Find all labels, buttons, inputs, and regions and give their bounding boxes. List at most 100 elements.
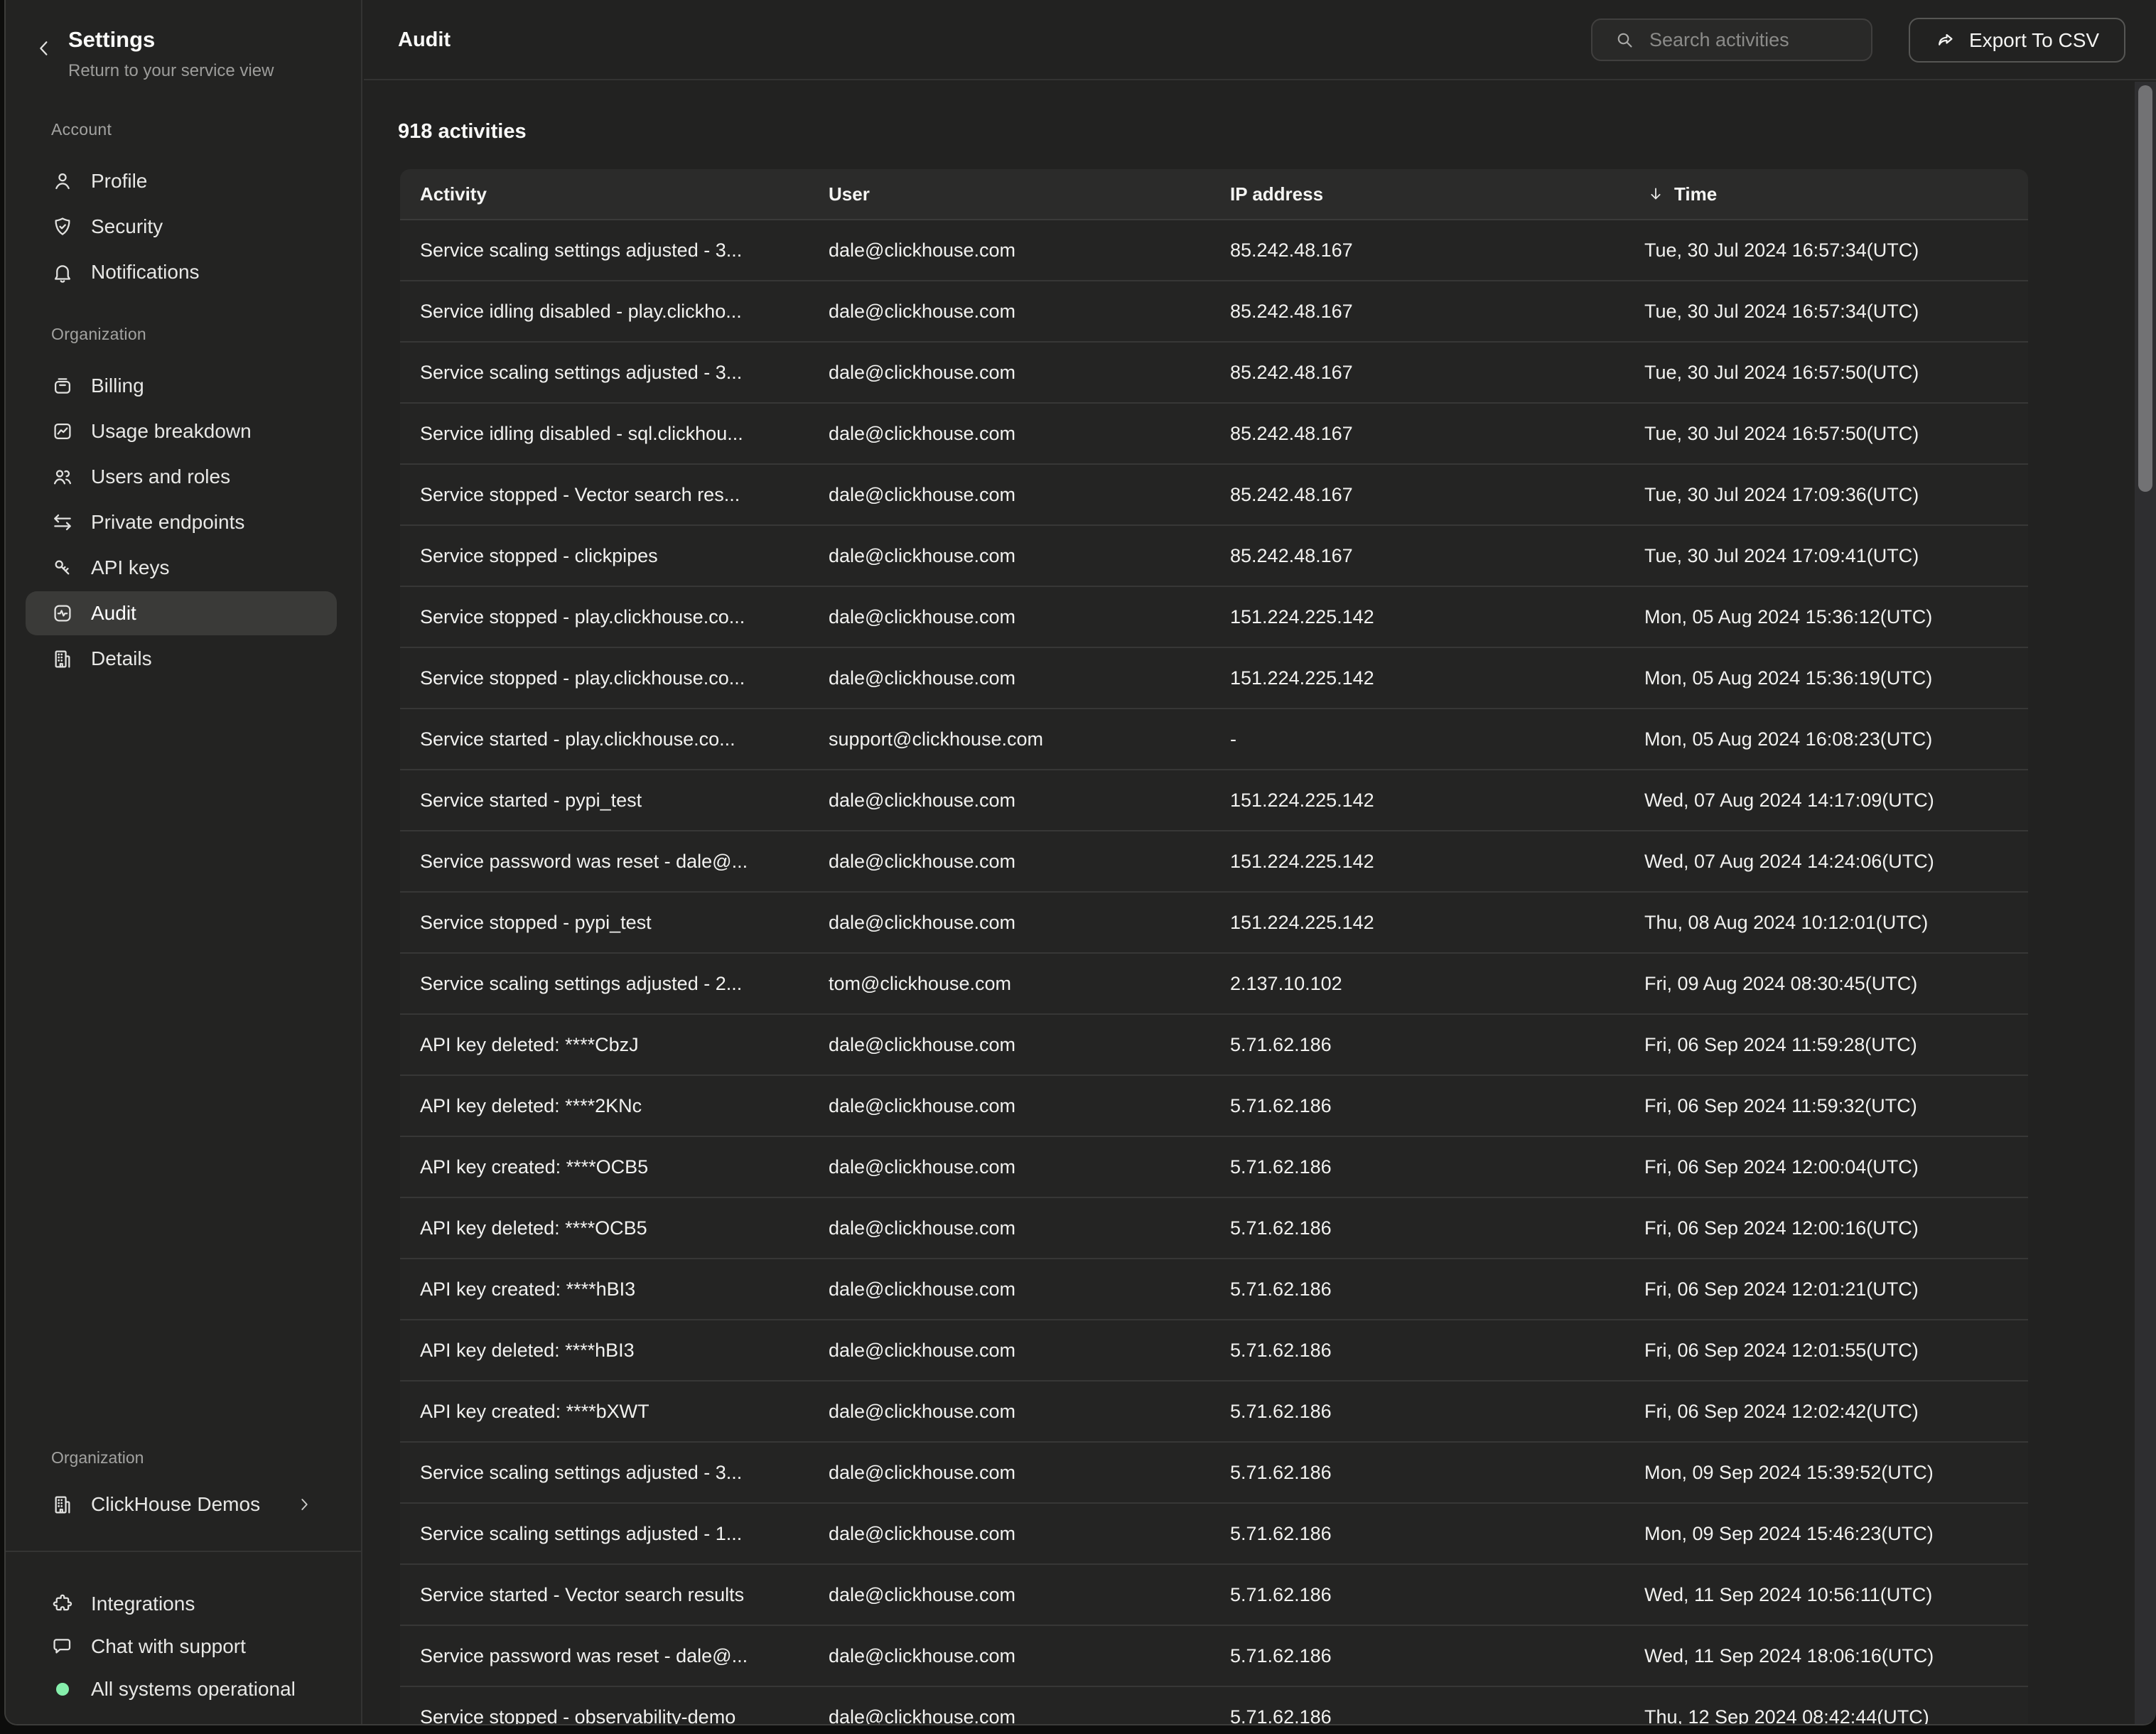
table-row[interactable]: API key deleted: ****CbzJdale@clickhouse…	[400, 1015, 2028, 1076]
key-icon	[51, 556, 74, 579]
cell-ip: 85.242.48.167	[1210, 239, 1624, 262]
cell-time: Tue, 30 Jul 2024 16:57:50(UTC)	[1624, 423, 2028, 445]
footer-link-integrations[interactable]: Integrations	[26, 1583, 337, 1625]
scrollbar[interactable]	[2135, 82, 2156, 1724]
sidebar-item-api-keys[interactable]: API keys	[26, 546, 337, 590]
scrollbar-thumb[interactable]	[2138, 85, 2152, 492]
cell-user: support@clickhouse.com	[809, 728, 1210, 750]
sidebar-item-profile[interactable]: Profile	[26, 159, 337, 203]
cell-ip: 85.242.48.167	[1210, 362, 1624, 384]
cell-activity: Service stopped - clickpipes	[400, 545, 809, 567]
cell-time: Mon, 09 Sep 2024 15:46:23(UTC)	[1624, 1523, 2028, 1545]
sidebar-item-label: Security	[91, 215, 163, 238]
export-label: Export To CSV	[1969, 29, 2099, 52]
table-row[interactable]: Service idling disabled - play.clickho..…	[400, 281, 2028, 343]
cell-ip: 2.137.10.102	[1210, 973, 1624, 995]
cell-ip: 151.224.225.142	[1210, 851, 1624, 873]
cell-time: Wed, 07 Aug 2024 14:17:09(UTC)	[1624, 790, 2028, 812]
cell-user: dale@clickhouse.com	[809, 301, 1210, 323]
table-row[interactable]: API key deleted: ****2KNcdale@clickhouse…	[400, 1076, 2028, 1137]
export-to-csv-button[interactable]: Export To CSV	[1909, 18, 2125, 63]
table-row[interactable]: Service started - Vector search resultsd…	[400, 1565, 2028, 1626]
cell-activity: Service scaling settings adjusted - 3...	[400, 1462, 809, 1484]
table-row[interactable]: Service stopped - play.clickhouse.co...d…	[400, 587, 2028, 648]
table-row[interactable]: Service stopped - play.clickhouse.co...d…	[400, 648, 2028, 709]
sidebar-item-billing[interactable]: Billing	[26, 364, 337, 408]
table-row[interactable]: Service scaling settings adjusted - 3...…	[400, 343, 2028, 404]
table-header-row: ActivityUserIP addressTime	[400, 169, 2028, 220]
cell-user: dale@clickhouse.com	[809, 912, 1210, 934]
sidebar-item-audit[interactable]: Audit	[26, 591, 337, 635]
sidebar-item-security[interactable]: Security	[26, 205, 337, 249]
table-row[interactable]: API key created: ****bXWTdale@clickhouse…	[400, 1382, 2028, 1443]
cell-time: Fri, 06 Sep 2024 11:59:32(UTC)	[1624, 1095, 2028, 1117]
audit-table: ActivityUserIP addressTime Service scali…	[400, 169, 2028, 1725]
table-row[interactable]: Service password was reset - dale@...dal…	[400, 831, 2028, 893]
table-row[interactable]: Service scaling settings adjusted - 2...…	[400, 954, 2028, 1015]
column-header-user[interactable]: User	[809, 183, 1210, 205]
cell-time: Mon, 09 Sep 2024 15:39:52(UTC)	[1624, 1462, 2028, 1484]
cell-user: dale@clickhouse.com	[809, 1034, 1210, 1056]
org-switcher-clickhouse-demos[interactable]: ClickHouse Demos	[26, 1482, 337, 1526]
sidebar-footer-links: IntegrationsChat with support All systems…	[6, 1583, 361, 1711]
cell-ip: 85.242.48.167	[1210, 301, 1624, 323]
table-row[interactable]: API key created: ****OCB5dale@clickhouse…	[400, 1137, 2028, 1198]
bell-icon	[51, 261, 74, 284]
sidebar-item-details[interactable]: Details	[26, 637, 337, 681]
back-button[interactable]	[33, 37, 58, 63]
chart-square-icon	[51, 420, 74, 443]
cell-ip: 5.71.62.186	[1210, 1706, 1624, 1726]
sidebar-item-private-endpoints[interactable]: Private endpoints	[26, 500, 337, 544]
table-row[interactable]: Service stopped - clickpipesdale@clickho…	[400, 526, 2028, 587]
cell-activity: Service scaling settings adjusted - 1...	[400, 1523, 809, 1545]
sidebar-item-label: Private endpoints	[91, 511, 244, 534]
cell-ip: 5.71.62.186	[1210, 1217, 1624, 1239]
search-input[interactable]	[1648, 28, 1857, 52]
column-header-time[interactable]: Time	[1624, 183, 2028, 205]
arrows-left-right-icon	[51, 511, 74, 534]
table-row[interactable]: Service stopped - Vector search res...da…	[400, 465, 2028, 526]
cell-ip: 151.224.225.142	[1210, 912, 1624, 934]
user-icon	[51, 170, 74, 193]
cell-user: dale@clickhouse.com	[809, 484, 1210, 506]
cell-activity: Service stopped - play.clickhouse.co...	[400, 667, 809, 689]
screen: Settings Return to your service view Acc…	[0, 0, 2156, 1734]
table-row[interactable]: Service scaling settings adjusted - 3...…	[400, 1443, 2028, 1504]
cell-ip: 5.71.62.186	[1210, 1584, 1624, 1606]
footer-link-chat-with-support[interactable]: Chat with support	[26, 1625, 337, 1668]
table-row[interactable]: API key created: ****hBI3dale@clickhouse…	[400, 1259, 2028, 1320]
cell-activity: API key deleted: ****2KNc	[400, 1095, 809, 1117]
status-label: All systems operational	[91, 1678, 296, 1701]
building-icon	[51, 647, 74, 670]
sidebar-item-usage-breakdown[interactable]: Usage breakdown	[26, 409, 337, 453]
cell-activity: API key deleted: ****hBI3	[400, 1340, 809, 1362]
sidebar-item-notifications[interactable]: Notifications	[26, 250, 337, 294]
table-row[interactable]: API key deleted: ****hBI3dale@clickhouse…	[400, 1320, 2028, 1382]
table-row[interactable]: Service stopped - pypi_testdale@clickhou…	[400, 893, 2028, 954]
table-row[interactable]: Service password was reset - dale@...dal…	[400, 1626, 2028, 1687]
table-row[interactable]: Service started - pypi_testdale@clickhou…	[400, 770, 2028, 831]
table-row[interactable]: Service stopped - observability-demodale…	[400, 1687, 2028, 1725]
cell-activity: Service stopped - observability-demo	[400, 1706, 809, 1726]
table-row[interactable]: Service scaling settings adjusted - 3...…	[400, 220, 2028, 281]
sidebar-item-users-and-roles[interactable]: Users and roles	[26, 455, 337, 499]
column-header-ip-address[interactable]: IP address	[1210, 183, 1624, 205]
system-status[interactable]: All systems operational	[26, 1668, 337, 1711]
cell-ip: 5.71.62.186	[1210, 1034, 1624, 1056]
cell-time: Tue, 30 Jul 2024 17:09:36(UTC)	[1624, 484, 2028, 506]
search-box[interactable]	[1591, 18, 1872, 61]
shield-check-icon	[51, 215, 74, 238]
table-row[interactable]: Service idling disabled - sql.clickhou..…	[400, 404, 2028, 465]
cell-time: Thu, 08 Aug 2024 10:12:01(UTC)	[1624, 912, 2028, 934]
table-row[interactable]: API key deleted: ****OCB5dale@clickhouse…	[400, 1198, 2028, 1259]
cell-activity: Service scaling settings adjusted - 3...	[400, 362, 809, 384]
wallet-icon	[51, 375, 74, 397]
cell-activity: Service stopped - Vector search res...	[400, 484, 809, 506]
sidebar-item-label: Audit	[91, 602, 136, 625]
puzzle-icon	[51, 1593, 74, 1615]
cell-user: dale@clickhouse.com	[809, 1095, 1210, 1117]
column-header-activity[interactable]: Activity	[400, 183, 809, 205]
table-row[interactable]: Service scaling settings adjusted - 1...…	[400, 1504, 2028, 1565]
cell-time: Fri, 06 Sep 2024 12:01:21(UTC)	[1624, 1278, 2028, 1300]
table-row[interactable]: Service started - play.clickhouse.co...s…	[400, 709, 2028, 770]
